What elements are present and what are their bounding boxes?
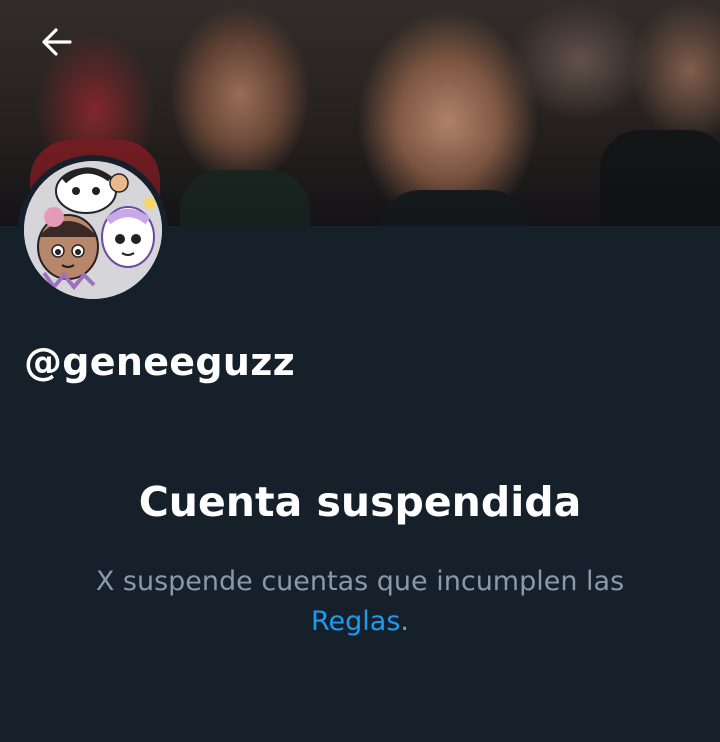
suspension-message: X suspende cuentas que incumplen las Reg…	[70, 562, 650, 642]
arrow-left-icon	[42, 28, 72, 56]
back-button[interactable]	[28, 18, 84, 66]
suspension-message-text: X suspende cuentas que incumplen las	[95, 566, 625, 597]
rules-link[interactable]: Reglas	[311, 606, 400, 637]
suspension-message-period: .	[400, 606, 409, 637]
profile-handle: @geneeguzz	[24, 340, 296, 384]
suspension-title: Cuenta suspendida	[138, 478, 582, 526]
avatar[interactable]	[18, 155, 168, 305]
avatar-image	[24, 161, 162, 299]
